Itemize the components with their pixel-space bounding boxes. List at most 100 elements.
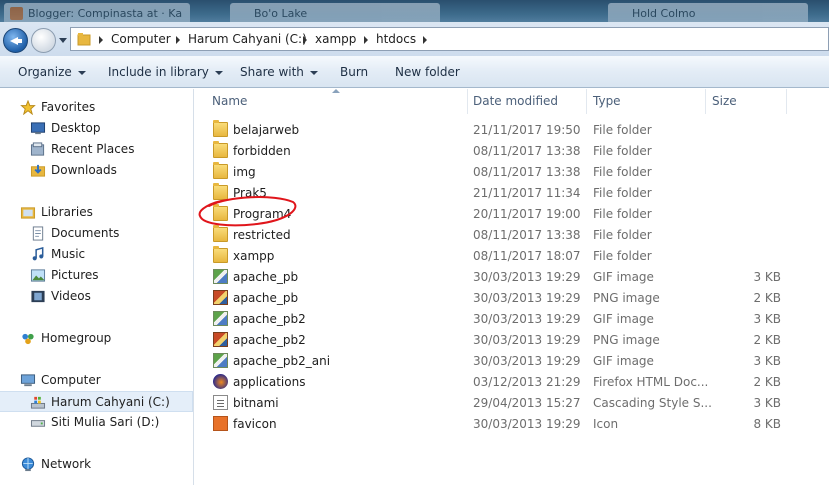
nav-label: Documents: [51, 226, 120, 240]
new-folder-button[interactable]: New folder: [395, 65, 460, 79]
file-date-modified: 30/03/2013 19:29: [473, 333, 581, 347]
recent-places-icon: [30, 142, 45, 156]
nav-drive-c[interactable]: Harum Cahyani (C:): [0, 391, 193, 412]
nav-homegroup[interactable]: Homegroup: [0, 328, 193, 349]
nav-music[interactable]: Music: [0, 244, 193, 265]
column-header-type[interactable]: Type: [593, 94, 621, 108]
back-button[interactable]: [3, 28, 28, 53]
file-row[interactable]: bitnami 29/04/2013 15:27 Cascading Style S…: [208, 392, 788, 413]
folder-icon: [213, 204, 228, 221]
organize-label: Organize: [18, 65, 72, 79]
column-divider[interactable]: [786, 89, 787, 114]
pictures-icon: [30, 269, 46, 282]
folder-icon: [213, 120, 228, 137]
folder-icon: [213, 141, 228, 158]
breadcrumb-computer[interactable]: Computer: [111, 32, 171, 46]
recent-pages-dropdown[interactable]: [59, 38, 67, 43]
file-type: PNG image: [593, 291, 660, 305]
file-type: File folder: [593, 165, 652, 179]
file-type: File folder: [593, 123, 652, 137]
file-date-modified: 08/11/2017 13:38: [473, 144, 581, 158]
file-row[interactable]: Program4 20/11/2017 19:00 File folder: [208, 203, 788, 224]
taskbar-tab-label: Blogger: Compinasta at · Ka: [28, 7, 183, 20]
computer-icon: [20, 374, 36, 387]
file-row[interactable]: apache_pb2_ani 30/03/2013 19:29 GIF image 3…: [208, 350, 788, 371]
file-size: 3 KB: [753, 270, 781, 284]
folder-icon: [213, 183, 228, 200]
file-type: GIF image: [593, 270, 654, 284]
file-size: 3 KB: [753, 396, 781, 410]
column-divider[interactable]: [705, 89, 706, 114]
column-divider[interactable]: [586, 89, 587, 114]
file-row[interactable]: apache_pb 30/03/2013 19:29 GIF image 3 KB: [208, 266, 788, 287]
file-size: 2 KB: [753, 333, 781, 347]
address-bar[interactable]: Computer Harum Cahyani (C:) xampp htdocs: [70, 27, 829, 51]
file-type: File folder: [593, 186, 652, 200]
videos-icon: [31, 290, 45, 303]
png-image-icon: [213, 290, 228, 305]
file-row[interactable]: applications 03/12/2013 21:29 Firefox HTML…: [208, 371, 788, 392]
nav-desktop[interactable]: Desktop: [0, 118, 193, 139]
nav-recent-places[interactable]: Recent Places: [0, 139, 193, 160]
nav-label: Harum Cahyani (C:): [51, 395, 170, 409]
chevron-down-icon: [214, 70, 223, 75]
file-name: applications: [233, 375, 306, 389]
chevron-right-icon[interactable]: [303, 36, 307, 44]
share-with-button[interactable]: Share with: [240, 65, 318, 79]
file-row[interactable]: Prak5 21/11/2017 11:34 File folder: [208, 182, 788, 203]
file-row[interactable]: belajarweb 21/11/2017 19:50 File folder: [208, 119, 788, 140]
breadcrumb-drive-c[interactable]: Harum Cahyani (C:): [188, 32, 307, 46]
file-size: 3 KB: [753, 312, 781, 326]
file-name: apache_pb2: [233, 333, 306, 347]
nav-label: Videos: [51, 289, 91, 303]
gif-image-icon: [213, 353, 228, 368]
file-row[interactable]: forbidden 08/11/2017 13:38 File folder: [208, 140, 788, 161]
file-date-modified: 03/12/2013 21:29: [473, 375, 581, 389]
nav-downloads[interactable]: Downloads: [0, 160, 193, 181]
burn-button[interactable]: Burn: [340, 65, 368, 79]
nav-label: Pictures: [51, 268, 99, 282]
nav-favorites[interactable]: Favorites: [0, 97, 193, 118]
forward-button[interactable]: [31, 28, 56, 53]
column-header-size[interactable]: Size: [712, 94, 737, 108]
chevron-right-icon[interactable]: [99, 36, 103, 44]
nav-videos[interactable]: Videos: [0, 286, 193, 307]
taskbar-tab-label: Bo'o Lake: [254, 7, 308, 20]
nav-drive-d[interactable]: Siti Mulia Sari (D:): [0, 412, 193, 433]
file-row[interactable]: apache_pb2 30/03/2013 19:29 GIF image 3 KB: [208, 308, 788, 329]
file-type: Cascading Style S...: [593, 396, 712, 410]
file-name: favicon: [233, 417, 277, 431]
libraries-icon: [20, 207, 36, 219]
command-bar: Organize Include in library Share with B…: [0, 56, 829, 88]
file-row[interactable]: img 08/11/2017 13:38 File folder: [208, 161, 788, 182]
address-row: Computer Harum Cahyani (C:) xampp htdocs: [0, 22, 829, 56]
file-name: bitnami: [233, 396, 279, 410]
breadcrumb-xampp[interactable]: xampp: [315, 32, 356, 46]
column-header-date-modified[interactable]: Date modified: [473, 94, 558, 108]
windows-drive-icon: [30, 396, 46, 409]
breadcrumb-htdocs[interactable]: htdocs: [376, 32, 416, 46]
chevron-right-icon[interactable]: [423, 36, 427, 44]
file-row[interactable]: restricted 08/11/2017 13:38 File folder: [208, 224, 788, 245]
column-header-name[interactable]: Name: [212, 94, 247, 108]
column-divider[interactable]: [467, 89, 468, 114]
organize-button[interactable]: Organize: [18, 65, 86, 79]
file-row[interactable]: apache_pb 30/03/2013 19:29 PNG image 2 KB: [208, 287, 788, 308]
include-in-library-button[interactable]: Include in library: [108, 65, 223, 79]
nav-network[interactable]: Network: [0, 454, 193, 475]
file-name: apache_pb: [233, 270, 299, 284]
nav-libraries[interactable]: Libraries: [0, 202, 193, 223]
file-row[interactable]: apache_pb2 30/03/2013 19:29 PNG image 2 KB: [208, 329, 788, 350]
nav-pictures[interactable]: Pictures: [0, 265, 193, 286]
nav-label: Recent Places: [51, 142, 135, 156]
file-date-modified: 30/03/2013 19:29: [473, 291, 581, 305]
file-row[interactable]: favicon 30/03/2013 19:29 Icon 8 KB: [208, 413, 788, 434]
file-name: forbidden: [233, 144, 291, 158]
nav-computer[interactable]: Computer: [0, 370, 193, 391]
firefox-html-icon: [213, 374, 228, 389]
file-row[interactable]: xampp 08/11/2017 18:07 File folder: [208, 245, 788, 266]
chevron-right-icon[interactable]: [176, 36, 180, 44]
nav-documents[interactable]: Documents: [0, 223, 193, 244]
homegroup-icon: [22, 333, 34, 345]
chevron-right-icon[interactable]: [364, 36, 368, 44]
